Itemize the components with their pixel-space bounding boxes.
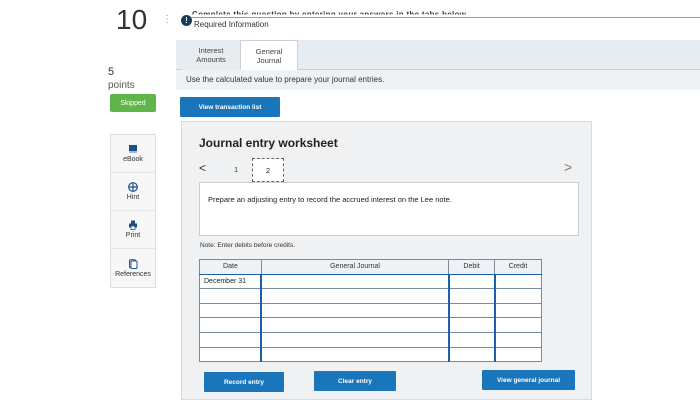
col-header-debit: Debit — [448, 259, 496, 275]
hint-icon — [128, 182, 138, 192]
table-row — [199, 331, 542, 348]
tab-label-line: Amounts — [196, 55, 226, 64]
tab-interest-amounts[interactable]: Interest Amounts — [182, 40, 240, 70]
tab-label-line: Journal — [256, 56, 282, 65]
required-info-label: Required Information — [194, 20, 269, 29]
view-general-journal-button[interactable]: View general journal — [482, 370, 575, 390]
instruction-text: Use the calculated value to prepare your… — [186, 75, 385, 84]
tool-hint[interactable]: Hint — [111, 173, 155, 211]
points-label: points — [108, 80, 135, 91]
table-row — [199, 346, 542, 363]
tools-panel: eBook Hint Print References — [110, 134, 156, 288]
instruction-bar: Use the calculated value to prepare your… — [176, 70, 700, 90]
next-entry-button[interactable]: > — [564, 159, 572, 175]
journal-table: Date General Journal Debit Credit Decemb… — [199, 259, 542, 363]
prev-entry-button[interactable]: < — [199, 161, 206, 175]
col-header-credit: Credit — [494, 259, 542, 275]
question-number: 10 — [116, 4, 148, 35]
date-cell: December 31 — [199, 273, 262, 290]
debit-input[interactable] — [447, 288, 496, 304]
credit-input[interactable] — [493, 317, 542, 333]
account-input[interactable] — [260, 288, 450, 304]
tool-label: eBook — [123, 156, 143, 163]
worksheet-title: Journal entry worksheet — [199, 136, 338, 150]
credit-input[interactable] — [493, 288, 542, 304]
points-value: 5 — [108, 66, 115, 78]
account-input[interactable] — [260, 346, 450, 363]
tool-ebook[interactable]: eBook — [111, 135, 155, 173]
tab-label-line: Interest — [198, 46, 224, 55]
instruction-line: Complete this question by entering your … — [180, 6, 700, 18]
view-transaction-list-button[interactable]: View transaction list — [180, 97, 280, 117]
table-row — [199, 302, 542, 319]
account-input[interactable] — [260, 331, 450, 348]
col-header-date: Date — [199, 259, 262, 275]
date-cell — [199, 346, 262, 363]
question-menu-icon[interactable]: ⋮ — [162, 14, 172, 25]
debit-input[interactable] — [447, 302, 496, 319]
tool-label: Hint — [126, 194, 140, 201]
debit-input[interactable] — [447, 346, 496, 363]
status-badge: Skipped — [110, 94, 156, 112]
entry-page-1[interactable]: 1 — [234, 165, 238, 174]
clear-entry-button[interactable]: Clear entry — [314, 371, 396, 391]
table-row — [199, 288, 542, 304]
date-cell — [199, 317, 262, 333]
journal-header-row: Date General Journal Debit Credit — [199, 259, 542, 275]
credit-input[interactable] — [493, 346, 542, 363]
entry-prompt-text: Prepare an adjusting entry to record the… — [208, 195, 452, 204]
divider — [190, 17, 700, 18]
tool-label: References — [115, 270, 151, 278]
tab-general-journal[interactable]: General Journal — [240, 40, 298, 71]
credit-input[interactable] — [493, 273, 542, 290]
debit-input[interactable] — [447, 273, 496, 290]
ebook-icon — [129, 145, 137, 153]
print-icon — [129, 220, 137, 230]
credit-input[interactable] — [493, 302, 542, 319]
debit-input[interactable] — [447, 317, 496, 333]
info-icon: ! — [181, 15, 192, 26]
table-row: December 31 — [199, 273, 542, 290]
date-cell — [199, 288, 262, 304]
debit-input[interactable] — [447, 331, 496, 348]
entry-note: Note: Enter debits before credits. — [200, 242, 296, 249]
date-cell — [199, 331, 262, 348]
account-input[interactable] — [260, 302, 450, 319]
table-row — [199, 317, 542, 333]
references-icon — [129, 258, 138, 269]
tool-references[interactable]: References — [111, 249, 155, 287]
col-header-general-journal: General Journal — [260, 259, 450, 275]
account-input[interactable] — [260, 317, 450, 333]
tool-print[interactable]: Print — [111, 211, 155, 249]
date-cell — [199, 302, 262, 319]
record-entry-button[interactable]: Record entry — [204, 372, 284, 392]
account-input[interactable] — [260, 273, 450, 290]
entry-page-2[interactable]: 2 — [252, 158, 284, 182]
entry-prompt-box: Prepare an adjusting entry to record the… — [199, 182, 579, 236]
credit-input[interactable] — [493, 331, 542, 348]
tab-label-line: General — [255, 47, 283, 56]
points-display: 5 points — [108, 66, 135, 92]
tool-label: Print — [125, 232, 141, 239]
